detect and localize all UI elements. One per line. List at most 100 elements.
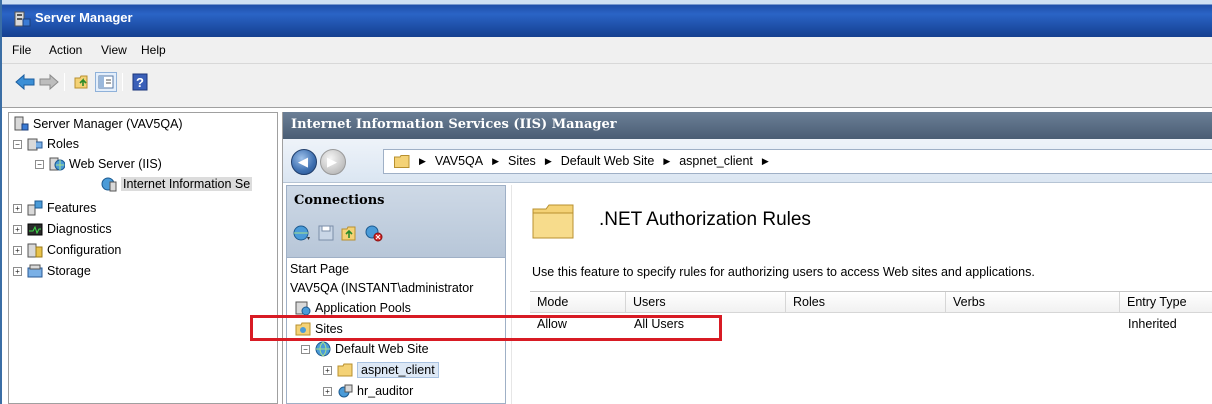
up-folder-icon[interactable] — [341, 224, 359, 242]
web-server-icon — [49, 157, 65, 171]
tree-label: Configuration — [47, 243, 122, 257]
menu-action[interactable]: Action — [49, 43, 82, 57]
conn-server[interactable]: VAV5QA (INSTANT\administrator — [290, 281, 473, 295]
feature-pane: .NET Authorization Rules Use this featur… — [511, 185, 1212, 404]
collapse-icon[interactable]: − — [301, 344, 310, 354]
console-tree: Server Manager (VAV5QA) − Roles − Web Se… — [8, 112, 278, 404]
folder-icon — [532, 204, 574, 239]
breadcrumb-separator-icon: ▶ — [544, 155, 552, 166]
help-button[interactable]: ? — [129, 72, 151, 92]
tree-item-storage[interactable]: + Storage — [13, 263, 91, 279]
column-header-roles[interactable]: Roles — [786, 292, 946, 313]
authorization-rules-grid: Mode Users Roles Verbs Entry Type Allow … — [530, 291, 1212, 404]
conn-label: aspnet_client — [357, 362, 439, 378]
tree-item-configuration[interactable]: + Configuration — [13, 242, 121, 258]
back-button[interactable] — [14, 72, 36, 92]
tree-item-web-server[interactable]: − Web Server (IIS) — [35, 156, 162, 172]
forward-arrow-icon — [39, 74, 59, 90]
tree-label: Server Manager (VAV5QA) — [33, 117, 183, 131]
menu-view[interactable]: View — [101, 43, 127, 57]
tree-label: Web Server (IIS) — [69, 157, 162, 171]
iis-header-title: Internet Information Services (IIS) Mana… — [291, 117, 617, 132]
breadcrumb-default-web-site[interactable]: Default Web Site — [561, 154, 655, 168]
nav-forward-button[interactable]: ▶ — [320, 149, 346, 175]
tree-label: Diagnostics — [47, 222, 112, 236]
conn-hr-auditor[interactable]: + hr_auditor — [323, 383, 413, 399]
nav-back-button[interactable]: ◀ — [291, 149, 317, 175]
website-globe-icon — [315, 341, 331, 357]
expand-icon[interactable]: + — [13, 245, 22, 255]
toolbar-separator — [122, 73, 123, 91]
tree-item-server-manager[interactable]: Server Manager (VAV5QA) — [13, 116, 183, 132]
collapse-icon[interactable]: − — [35, 159, 44, 169]
address-bar: ◀ ▶ ▶ VAV5QA ▶ Sites ▶ Default Web Site … — [283, 139, 1212, 183]
tree-item-diagnostics[interactable]: + Diagnostics — [13, 221, 112, 237]
cell-entry-type: Inherited — [1128, 317, 1177, 331]
expand-icon[interactable]: + — [13, 266, 22, 276]
server-manager-window: Server Manager File Action View Help ? S… — [0, 0, 1212, 404]
tree-label: Features — [47, 201, 97, 215]
menu-help[interactable]: Help — [141, 43, 166, 57]
feature-title: .NET Authorization Rules — [599, 209, 811, 230]
breadcrumb-sites[interactable]: Sites — [508, 154, 536, 168]
server-manager-icon — [14, 116, 29, 131]
tree-label: Storage — [47, 264, 91, 278]
breadcrumb[interactable]: ▶ VAV5QA ▶ Sites ▶ Default Web Site ▶ as… — [383, 149, 1212, 174]
tree-item-roles[interactable]: − Roles — [13, 136, 79, 152]
disconnect-icon[interactable] — [365, 224, 383, 242]
collapse-icon[interactable]: − — [13, 139, 22, 149]
toolbar: ? — [2, 64, 1212, 108]
iis-manager-icon — [101, 177, 117, 192]
conn-start-page[interactable]: Start Page — [290, 262, 349, 276]
conn-label: VAV5QA (INSTANT\administrator — [290, 281, 474, 295]
menu-bar: File Action View Help — [2, 37, 1212, 64]
column-header-users[interactable]: Users — [626, 292, 786, 313]
connections-title: Connections — [294, 193, 385, 208]
conn-aspnet-client[interactable]: + aspnet_client — [323, 362, 439, 378]
conn-default-web-site[interactable]: − Default Web Site — [301, 341, 429, 357]
column-header-entry-type[interactable]: Entry Type — [1120, 292, 1212, 313]
highlight-annotation — [250, 315, 722, 341]
forward-button[interactable] — [38, 72, 60, 92]
breadcrumb-aspnet-client[interactable]: aspnet_client — [679, 154, 753, 168]
application-icon — [338, 384, 353, 398]
connections-panel: Connections Start Page VAV5QA (INSTANT\a… — [286, 185, 506, 404]
up-level-button[interactable] — [72, 72, 94, 92]
connections-header: Connections — [287, 186, 505, 258]
tree-item-iis-manager[interactable]: Internet Information Se — [101, 176, 253, 192]
application-pools-icon — [295, 301, 311, 316]
column-header-mode[interactable]: Mode — [530, 292, 626, 313]
roles-icon — [27, 138, 43, 151]
feature-description: Use this feature to specify rules for au… — [532, 265, 1035, 279]
breadcrumb-server[interactable]: VAV5QA — [435, 154, 483, 168]
back-arrow-icon — [15, 74, 35, 90]
svg-text:?: ? — [136, 75, 144, 90]
title-bar: Server Manager — [2, 0, 1212, 37]
expand-icon[interactable]: + — [323, 386, 332, 396]
back-arrow-icon: ◀ — [298, 155, 308, 170]
conn-application-pools[interactable]: Application Pools — [295, 300, 411, 316]
tree-label: Internet Information Se — [121, 177, 253, 191]
expand-icon[interactable]: + — [13, 203, 22, 213]
expand-icon[interactable]: + — [13, 224, 22, 234]
folder-up-icon — [74, 75, 88, 89]
column-header-verbs[interactable]: Verbs — [946, 292, 1120, 313]
iis-manager-pane: Internet Information Services (IIS) Mana… — [282, 112, 1212, 404]
tree-label: Roles — [47, 137, 79, 151]
breadcrumb-separator-icon: ▶ — [419, 155, 426, 166]
configuration-icon — [27, 243, 43, 258]
show-hide-console-tree-button[interactable] — [95, 72, 117, 92]
grid-header: Mode Users Roles Verbs Entry Type — [530, 292, 1212, 313]
tree-item-features[interactable]: + Features — [13, 200, 96, 216]
conn-label: hr_auditor — [357, 384, 414, 398]
window-title: Server Manager — [35, 10, 133, 25]
expand-icon[interactable]: + — [323, 365, 332, 375]
connect-globe-icon[interactable] — [293, 224, 311, 242]
toolbar-separator — [64, 73, 65, 91]
console-tree-icon — [98, 75, 114, 89]
storage-icon — [27, 264, 43, 278]
menu-file[interactable]: File — [12, 43, 31, 57]
conn-label: Start Page — [290, 262, 350, 276]
save-icon[interactable] — [317, 224, 335, 242]
folder-icon — [394, 154, 410, 168]
